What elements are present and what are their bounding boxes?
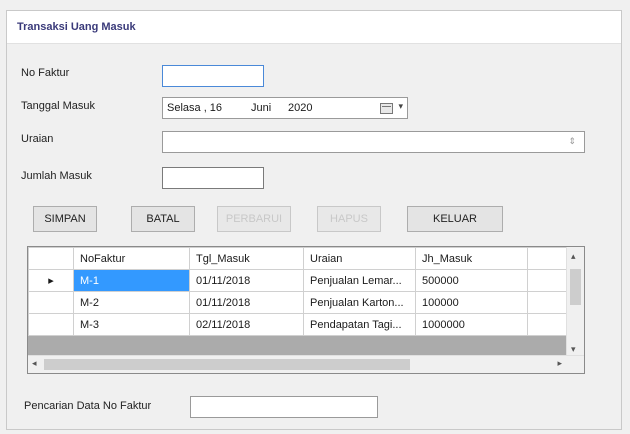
table-row[interactable]: M-3 02/11/2018 Pendapatan Tagi... 100000… (28, 313, 568, 336)
window-titlebar: Transaksi Uang Masuk (7, 11, 621, 44)
scroll-icon: ⇕ (568, 136, 576, 146)
date-day: Selasa , 16 (167, 102, 223, 114)
table-row[interactable]: ▸ M-1 01/11/2018 Penjualan Lemar... 5000… (28, 269, 568, 292)
column-header-tgl-masuk[interactable]: Tgl_Masuk (189, 247, 304, 270)
row-selector[interactable] (28, 291, 74, 314)
scroll-up-icon[interactable]: ▴ (571, 251, 576, 262)
cell-extra[interactable] (527, 269, 568, 292)
scroll-down-icon[interactable]: ▾ (571, 344, 576, 355)
calendar-icon[interactable] (380, 103, 393, 114)
no-faktur-input[interactable] (162, 65, 264, 87)
uraian-input[interactable]: ⇕ (162, 131, 585, 153)
cell-tgl-masuk[interactable]: 01/11/2018 (189, 291, 304, 314)
scroll-left-icon[interactable]: ◂ (32, 358, 37, 369)
column-header-uraian[interactable]: Uraian (303, 247, 416, 270)
cell-uraian[interactable]: Penjualan Karton... (303, 291, 416, 314)
table-row[interactable]: M-2 01/11/2018 Penjualan Karton... 10000… (28, 291, 568, 314)
tanggal-masuk-label: Tanggal Masuk (21, 100, 95, 112)
cell-extra[interactable] (527, 291, 568, 314)
tanggal-masuk-datepicker[interactable]: Selasa , 16 Juni 2020 ▾ (162, 97, 408, 119)
column-header-nofaktur[interactable]: NoFaktur (73, 247, 190, 270)
cell-tgl-masuk[interactable]: 02/11/2018 (189, 313, 304, 336)
cell-nofaktur[interactable]: M-3 (73, 313, 190, 336)
column-header-extra (527, 247, 568, 270)
simpan-button[interactable]: SIMPAN (33, 206, 97, 232)
jumlah-masuk-input[interactable] (162, 167, 264, 189)
cell-nofaktur[interactable]: M-1 (73, 269, 190, 292)
search-input[interactable] (190, 396, 378, 418)
no-faktur-label: No Faktur (21, 67, 70, 79)
column-header-jh-masuk[interactable]: Jh_Masuk (415, 247, 528, 270)
batal-button[interactable]: BATAL (131, 206, 195, 232)
perbarui-button[interactable]: PERBARUI (217, 206, 291, 232)
row-selector[interactable] (28, 313, 74, 336)
chevron-down-icon[interactable]: ▾ (398, 101, 403, 112)
keluar-button[interactable]: KELUAR (407, 206, 503, 232)
uraian-label: Uraian (21, 133, 54, 145)
horizontal-scrollbar[interactable]: ◂ ▸ (28, 355, 584, 373)
vertical-scrollbar[interactable]: ▴ ▾ (566, 247, 584, 357)
horizontal-scroll-thumb[interactable] (44, 359, 410, 370)
row-header-corner (28, 247, 74, 270)
cell-jh-masuk[interactable]: 1000000 (415, 313, 528, 336)
grid-table: NoFaktur Tgl_Masuk Uraian Jh_Masuk ▸ M-1… (28, 247, 568, 336)
jumlah-masuk-label: Jumlah Masuk (21, 170, 92, 182)
vertical-scroll-thumb[interactable] (570, 269, 581, 305)
scroll-right-icon[interactable]: ▸ (557, 358, 562, 369)
cell-jh-masuk[interactable]: 100000 (415, 291, 528, 314)
cell-tgl-masuk[interactable]: 01/11/2018 (189, 269, 304, 292)
data-grid[interactable]: NoFaktur Tgl_Masuk Uraian Jh_Masuk ▸ M-1… (27, 246, 585, 374)
date-year: 2020 (288, 102, 313, 114)
search-label: Pencarian Data No Faktur (24, 400, 152, 412)
row-selector[interactable]: ▸ (28, 269, 74, 292)
window-title: Transaksi Uang Masuk (17, 21, 136, 33)
date-month: Juni (251, 102, 272, 114)
cell-jh-masuk[interactable]: 500000 (415, 269, 528, 292)
grid-header-row: NoFaktur Tgl_Masuk Uraian Jh_Masuk (28, 247, 568, 270)
cell-uraian[interactable]: Penjualan Lemar... (303, 269, 416, 292)
cell-nofaktur[interactable]: M-2 (73, 291, 190, 314)
hapus-button[interactable]: HAPUS (317, 206, 381, 232)
cell-uraian[interactable]: Pendapatan Tagi... (303, 313, 416, 336)
cell-extra[interactable] (527, 313, 568, 336)
